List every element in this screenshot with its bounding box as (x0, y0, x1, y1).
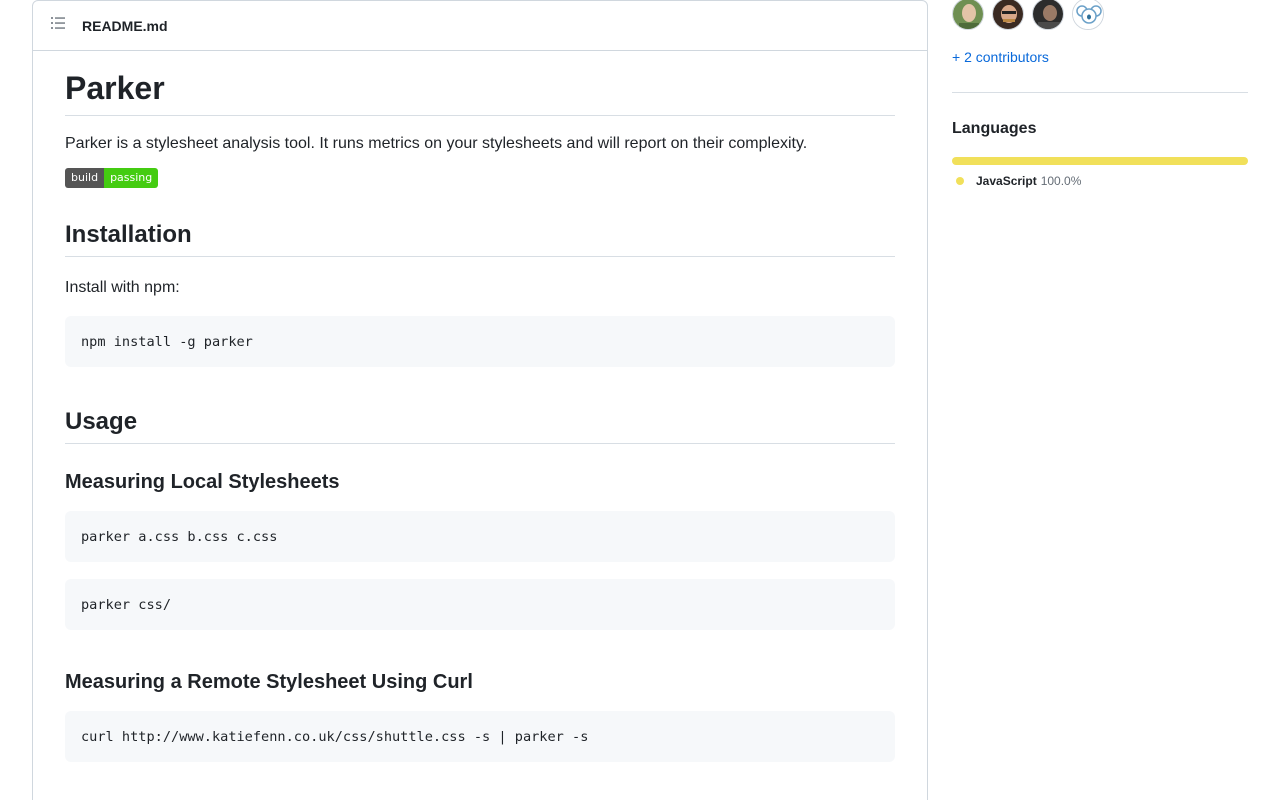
contributors-link[interactable]: + 2 contributors (952, 49, 1049, 65)
installation-intro: Install with npm: (65, 279, 180, 296)
readme-panel: README.md Parker Parker is a stylesheet … (32, 0, 928, 800)
avatar[interactable] (992, 0, 1024, 30)
code-local-1: parker a.css b.css c.css (81, 528, 278, 545)
code-install: npm install -g parker (81, 333, 253, 350)
readme-description: Parker is a stylesheet analysis tool. It… (65, 135, 808, 152)
readme-title: Parker (65, 68, 895, 116)
code-block-local-1: parker a.css b.css c.css (65, 511, 895, 562)
build-badge[interactable]: build passing (65, 168, 895, 188)
code-remote: curl http://www.katiefenn.co.uk/css/shut… (81, 728, 589, 745)
remote-stylesheet-heading: Measuring a Remote Stylesheet Using Curl (65, 671, 473, 693)
avatar[interactable] (1072, 0, 1104, 30)
avatar[interactable] (1032, 0, 1064, 30)
contributor-avatars (952, 0, 1104, 30)
readme-content: Parker Parker is a stylesheet analysis t… (65, 51, 895, 762)
avatar[interactable] (952, 0, 984, 30)
build-badge-label: build (65, 168, 105, 188)
build-badge-status: passing (104, 168, 159, 188)
language-item-javascript[interactable]: JavaScript 100.0% (952, 174, 1081, 188)
code-block-remote: curl http://www.katiefenn.co.uk/css/shut… (65, 711, 895, 762)
language-name: JavaScript (976, 174, 1037, 188)
language-color-dot (956, 177, 964, 185)
code-block-install: npm install -g parker (65, 316, 895, 367)
local-stylesheets-heading: Measuring Local Stylesheets (65, 471, 340, 493)
readme-header: README.md (33, 1, 927, 51)
language-bar-segment-javascript (952, 157, 1248, 165)
code-local-2: parker css/ (81, 596, 172, 613)
languages-title: Languages (952, 120, 1037, 137)
usage-heading: Usage (65, 407, 895, 444)
code-block-local-2: parker css/ (65, 579, 895, 630)
readme-filename: README.md (82, 17, 168, 34)
list-icon (50, 15, 66, 36)
installation-heading: Installation (65, 220, 895, 257)
table-of-contents-button[interactable] (49, 17, 67, 35)
language-bar (952, 157, 1248, 165)
sidebar-divider (952, 92, 1248, 93)
language-percent: 100.0% (1040, 174, 1082, 188)
